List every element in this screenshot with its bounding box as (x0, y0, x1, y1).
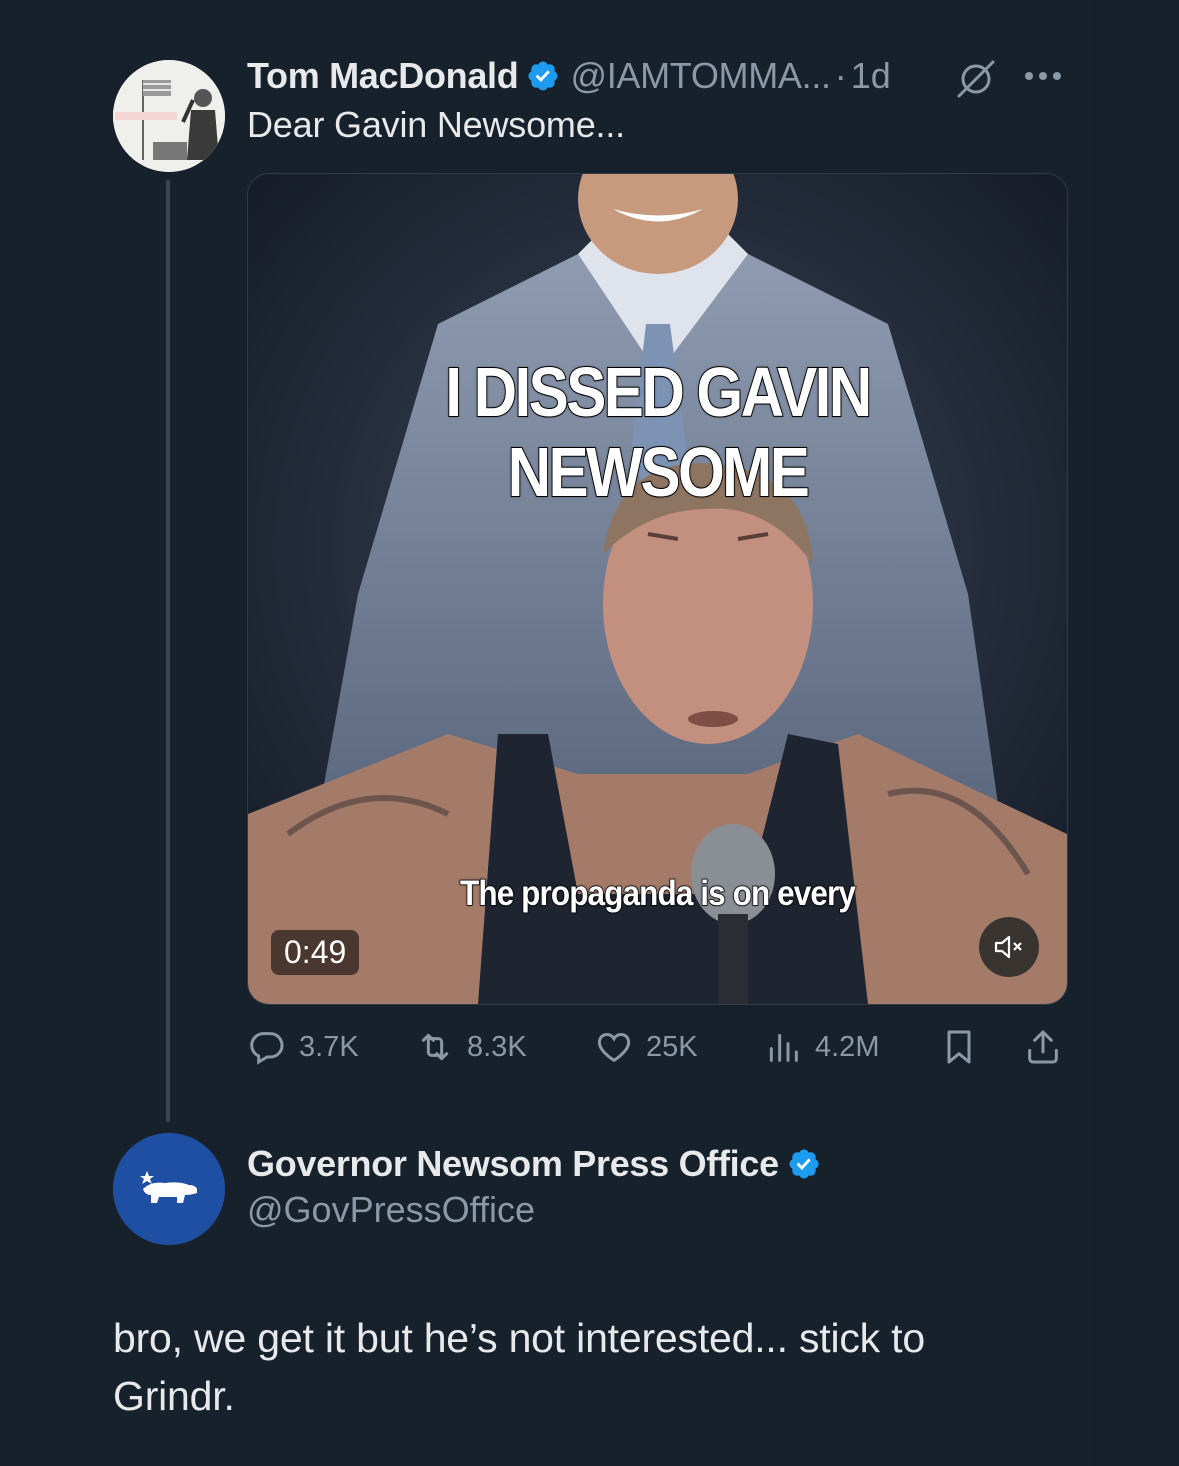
bookmark-icon (947, 1030, 971, 1064)
avatar-image (113, 60, 225, 172)
more-icon[interactable] (1023, 70, 1063, 82)
like-count: 25K (646, 1030, 698, 1063)
tweet-header: Tom MacDonald @IAMTOMMA... · 1d (247, 52, 891, 100)
background-left (0, 0, 88, 1466)
reply-icon (250, 1032, 284, 1065)
share-icon (1028, 1030, 1058, 1064)
video-player[interactable]: I DISSED GAVIN NEWSOME The propaganda is… (247, 173, 1068, 1005)
tweet-actions: 3.7K 8.3K 25K 4.2M (247, 1024, 1066, 1070)
like-action[interactable]: 25K (594, 1024, 698, 1070)
tweet-text: Dear Gavin Newsome... (247, 104, 625, 145)
author-avatar[interactable] (113, 60, 225, 172)
repost-action[interactable]: 8.3K (415, 1024, 527, 1070)
bookmark-action[interactable] (939, 1024, 979, 1070)
grok-icon[interactable] (955, 58, 997, 100)
reply-author-name[interactable]: Governor Newsom Press Office (247, 1143, 779, 1185)
reply-author-handle[interactable]: @GovPressOffice (247, 1189, 535, 1231)
like-icon (597, 1032, 631, 1063)
views-action[interactable]: 4.2M (763, 1024, 879, 1070)
governor-avatar[interactable] (113, 1133, 225, 1245)
separator-dot: · (834, 55, 847, 96)
thread-connector (166, 180, 170, 1122)
verified-badge-icon (528, 61, 558, 91)
reply-count: 3.7K (299, 1030, 359, 1063)
repost-count: 8.3K (467, 1030, 527, 1063)
share-action[interactable] (1023, 1024, 1063, 1070)
views-count: 4.2M (815, 1030, 880, 1063)
tweet-time[interactable]: 1d (851, 55, 891, 97)
reply-action[interactable]: 3.7K (247, 1024, 359, 1070)
mute-icon (994, 935, 1022, 959)
background-right (1091, 0, 1179, 1466)
video-overlay-title: I DISSED GAVIN NEWSOME (444, 352, 873, 512)
video-caption: The propaganda is on every (459, 873, 856, 914)
reply-text: bro, we get it but he’s not interested..… (113, 1315, 925, 1419)
author-name[interactable]: Tom MacDonald (247, 55, 519, 97)
reply-header: Governor Newsom Press Office (247, 1143, 821, 1185)
repost-icon (421, 1033, 449, 1061)
verified-badge-icon (789, 1149, 819, 1179)
author-handle[interactable]: @IAMTOMMA... (570, 55, 831, 97)
video-duration: 0:49 (271, 930, 360, 975)
mute-button[interactable] (979, 917, 1039, 977)
bear-flag-icon (113, 1133, 225, 1245)
views-icon (769, 1033, 798, 1062)
